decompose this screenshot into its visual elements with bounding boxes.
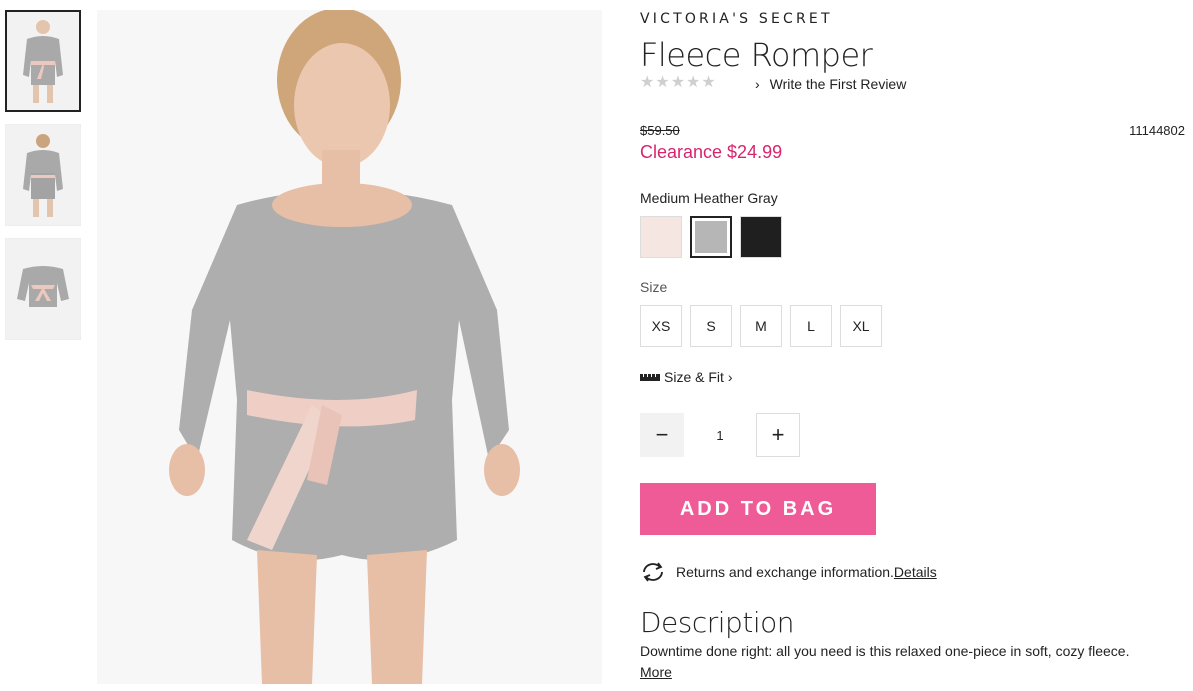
thumbnail-back[interactable] (5, 124, 81, 226)
size-label: Size (640, 279, 668, 295)
swatch-fill (741, 217, 781, 257)
size-options: XS S M L XL (640, 305, 882, 347)
returns-details-link[interactable]: Details (894, 564, 937, 580)
star-icon: ★ (670, 74, 686, 91)
returns-text: Returns and exchange information. (676, 564, 894, 580)
description-heading: Description (640, 606, 794, 639)
size-xs-button[interactable]: XS (640, 305, 682, 347)
write-review-link[interactable]: › Write the First Review (755, 76, 906, 92)
size-m-button[interactable]: M (740, 305, 782, 347)
size-s-button[interactable]: S (690, 305, 732, 347)
product-title: Fleece Romper (640, 36, 873, 74)
star-icon: ★ (701, 74, 716, 91)
product-sku: 11144802 (1129, 123, 1185, 138)
quantity-value[interactable]: 1 (684, 428, 756, 443)
write-review-label: Write the First Review (769, 76, 907, 92)
selected-color-label: Medium Heather Gray (640, 190, 778, 206)
size-fit-label: Size & Fit (664, 369, 724, 385)
increase-quantity-button[interactable]: + (756, 413, 800, 457)
swatch-medium-heather-gray[interactable] (690, 216, 732, 258)
size-xl-button[interactable]: XL (840, 305, 882, 347)
decrease-quantity-button[interactable]: − (640, 413, 684, 457)
star-icon: ★ (655, 74, 670, 91)
swatch-fill (695, 221, 727, 253)
product-main-image[interactable] (97, 10, 602, 684)
swatch-fill (641, 217, 681, 257)
ruler-icon (640, 374, 660, 381)
exchange-arrows-icon (643, 562, 663, 582)
rating-stars: ★ ★ ★ ★ ★ (640, 74, 716, 92)
description-text: Downtime done right: all you need is thi… (640, 643, 1130, 659)
thumbnail-flat[interactable] (5, 238, 81, 340)
description-more-link[interactable]: More (640, 664, 672, 680)
thumbnail-front[interactable] (5, 10, 81, 112)
color-swatches (640, 216, 782, 258)
chevron-right-icon: › (755, 76, 760, 92)
chevron-right-icon: › (727, 369, 733, 385)
brand-name: VICTORIA'S SECRET (640, 11, 833, 27)
romper-back-image (23, 134, 63, 217)
returns-info: Returns and exchange information.Details (640, 561, 937, 583)
swatch-black[interactable] (740, 216, 782, 258)
thumbnail-gallery (5, 10, 83, 352)
star-icon: ★ (640, 74, 655, 91)
size-l-button[interactable]: L (790, 305, 832, 347)
size-fit-link[interactable]: Size & Fit › (640, 369, 733, 385)
romper-front-image (23, 20, 63, 103)
swatch-light-pink[interactable] (640, 216, 682, 258)
quantity-stepper: − 1 + (640, 413, 800, 457)
romper-flat-image (17, 266, 69, 307)
clearance-price: Clearance $24.99 (640, 142, 783, 162)
star-icon: ★ (686, 74, 701, 91)
model-photo (97, 10, 602, 684)
add-to-bag-button[interactable]: ADD TO BAG (640, 483, 876, 535)
original-price: $59.50 (640, 123, 680, 138)
